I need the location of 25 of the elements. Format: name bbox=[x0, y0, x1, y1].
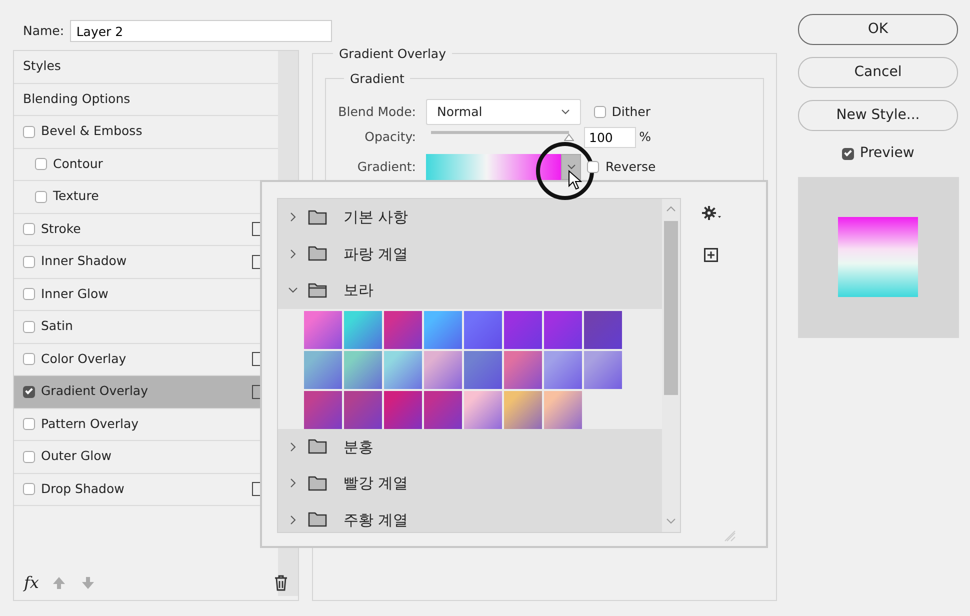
blend-mode-select[interactable]: Normal bbox=[426, 99, 581, 125]
style-list-item[interactable]: Bevel & Emboss bbox=[14, 116, 278, 148]
opacity-field[interactable]: 100 bbox=[584, 127, 636, 148]
folder-row[interactable]: 빨강 계열 bbox=[278, 465, 663, 502]
folder-row[interactable]: 보라 bbox=[278, 272, 663, 308]
field-label: Blend Mode: bbox=[337, 102, 417, 121]
folder-row[interactable]: 기본 사항 bbox=[278, 199, 663, 236]
folder-row[interactable]: 파랑 계열 bbox=[278, 236, 663, 272]
checkbox-label: Reverse bbox=[606, 158, 656, 176]
style-list-item[interactable]: Styles bbox=[14, 51, 278, 84]
checkbox-label: Dither bbox=[612, 102, 651, 121]
folder-row[interactable]: 주황 계열 bbox=[278, 502, 663, 532]
dialog-button[interactable]: OK bbox=[798, 14, 958, 45]
folder-row[interactable]: 분홍 bbox=[278, 428, 663, 465]
fx-button[interactable]: fx bbox=[24, 571, 39, 595]
name-label: Name: bbox=[23, 22, 64, 40]
name-field[interactable]: Layer 2 bbox=[70, 20, 332, 42]
checkbox-label: Preview bbox=[860, 144, 914, 163]
field-label: Opacity: bbox=[364, 128, 417, 146]
dialog-button[interactable]: New Style... bbox=[798, 100, 958, 131]
dialog-button[interactable]: Cancel bbox=[798, 57, 958, 88]
field-label: Gradient: bbox=[356, 158, 417, 176]
style-list-item[interactable]: Contour bbox=[14, 148, 278, 181]
style-list-item[interactable]: Blending Options bbox=[14, 84, 278, 116]
unit-label: % bbox=[639, 128, 652, 146]
